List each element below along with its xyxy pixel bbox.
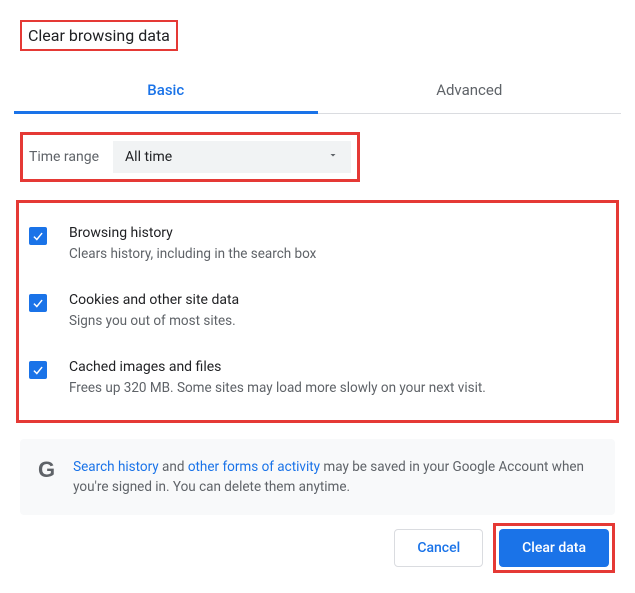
checkbox-cookies[interactable]	[29, 294, 47, 312]
option-desc: Clears history, including in the search …	[69, 245, 606, 264]
tabs: Basic Advanced	[14, 67, 621, 114]
info-box: G Search history and other forms of acti…	[20, 439, 615, 516]
cancel-button[interactable]: Cancel	[394, 529, 483, 567]
time-range-select[interactable]: All time	[113, 141, 351, 173]
info-text: Search history and other forms of activi…	[73, 457, 597, 498]
options-group: Browsing history Clears history, includi…	[16, 200, 619, 423]
tab-basic[interactable]: Basic	[14, 67, 318, 113]
time-range-row: Time range All time	[20, 132, 360, 182]
option-title: Cookies and other site data	[69, 292, 606, 308]
button-row: Cancel Clear data	[14, 523, 621, 579]
info-text-mid: and	[159, 459, 188, 475]
time-range-value: All time	[125, 149, 172, 165]
link-search-history[interactable]: Search history	[73, 459, 159, 475]
option-cached: Cached images and files Frees up 320 MB.…	[23, 345, 612, 412]
link-other-activity[interactable]: other forms of activity	[188, 459, 320, 475]
time-range-label: Time range	[29, 149, 99, 165]
tab-indicator	[14, 111, 318, 114]
tab-advanced[interactable]: Advanced	[318, 67, 622, 113]
option-title: Browsing history	[69, 225, 606, 241]
option-desc: Frees up 320 MB. Some sites may load mor…	[69, 379, 606, 398]
clear-data-button[interactable]: Clear data	[499, 529, 609, 567]
option-text: Cached images and files Frees up 320 MB.…	[69, 359, 606, 398]
option-cookies: Cookies and other site data Signs you ou…	[23, 278, 612, 345]
dialog-title: Clear browsing data	[20, 20, 178, 51]
option-desc: Signs you out of most sites.	[69, 312, 606, 331]
chevron-down-icon	[327, 149, 339, 165]
clear-data-highlight: Clear data	[493, 523, 615, 573]
option-text: Cookies and other site data Signs you ou…	[69, 292, 606, 331]
option-browsing-history: Browsing history Clears history, includi…	[23, 211, 612, 278]
option-text: Browsing history Clears history, includi…	[69, 225, 606, 264]
google-icon: G	[38, 457, 55, 483]
checkbox-browsing-history[interactable]	[29, 227, 47, 245]
option-title: Cached images and files	[69, 359, 606, 375]
checkbox-cached[interactable]	[29, 361, 47, 379]
